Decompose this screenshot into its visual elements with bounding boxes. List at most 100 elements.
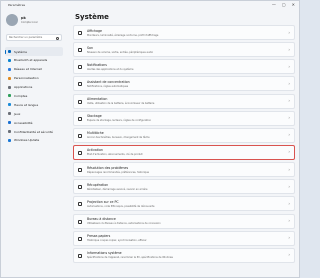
chevron-right-icon: › xyxy=(288,252,290,258)
sidebar-item-icon xyxy=(8,121,11,125)
setting-icon xyxy=(78,202,82,207)
settings-row[interactable]: Assistant de concentration Notifications,… xyxy=(73,76,295,92)
setting-icon xyxy=(78,185,82,190)
sidebar-item-icon xyxy=(8,67,11,71)
sidebar-item-10[interactable]: Windows Update xyxy=(5,136,63,145)
user-account-type: Compte local xyxy=(21,21,38,24)
sidebar-item-label: Bluetooth et appareils xyxy=(14,58,48,63)
setting-description: Niveaux de volume, sortie, entrée, périp… xyxy=(87,50,154,54)
settings-row[interactable]: Projection sur ce PC Autorisations, code … xyxy=(73,196,295,212)
sidebar-item-8[interactable]: Accessibilité xyxy=(5,118,63,127)
setting-icon xyxy=(78,219,82,224)
close-button[interactable]: ✕ xyxy=(292,2,295,8)
chevron-right-icon: › xyxy=(288,183,290,189)
main-content: Système Affichage Moniteurs, luminosité, … xyxy=(73,11,297,277)
setting-icon xyxy=(78,150,82,155)
setting-description: Alertes des applications et du système xyxy=(87,67,134,71)
sidebar-item-0[interactable]: Système xyxy=(5,47,63,56)
sidebar-item-6[interactable]: Heure et langue xyxy=(5,100,63,109)
sidebar-item-label: Comptes xyxy=(14,93,28,98)
setting-title: Assistant de concentration xyxy=(87,79,130,84)
settings-row[interactable]: Bureau à distance Utilisateurs du Bureau … xyxy=(73,213,295,229)
sidebar-item-label: Accessibilité xyxy=(14,120,33,125)
setting-icon xyxy=(78,253,82,258)
chevron-right-icon: › xyxy=(288,166,290,172)
minimize-button[interactable]: — xyxy=(272,2,276,8)
avatar xyxy=(6,14,18,26)
settings-row[interactable]: Activation État d'activation, abonnements… xyxy=(73,144,295,160)
settings-list: Affichage Moniteurs, luminosité, éclairag… xyxy=(73,25,295,265)
sidebar-item-icon xyxy=(8,50,11,53)
settings-row[interactable]: Alimentation Veille, utilisation de la ba… xyxy=(73,93,295,109)
sidebar-item-5[interactable]: Comptes xyxy=(5,91,63,100)
search-placeholder: Rechercher un paramètre xyxy=(9,36,43,40)
setting-description: Historique couper-copier, synchronisatio… xyxy=(87,239,147,243)
settings-row[interactable]: Presse-papiers Historique couper-copier, … xyxy=(73,230,295,246)
setting-icon xyxy=(78,236,82,241)
settings-row[interactable]: Informations système Spécifications de l'… xyxy=(73,247,295,263)
settings-row[interactable]: Stockage Espace de stockage, lecteurs, rè… xyxy=(73,110,295,126)
sidebar-item-label: Personnalisation xyxy=(14,76,39,81)
setting-title: Résolution des problèmes xyxy=(87,165,129,170)
setting-title: Son xyxy=(87,45,93,50)
sidebar-nav: Système Bluetooth et appareils Réseau et I… xyxy=(5,47,63,145)
setting-icon xyxy=(78,99,82,104)
setting-icon xyxy=(78,31,82,35)
maximize-button[interactable]: ▢ xyxy=(282,2,286,8)
window-controls: — ▢ ✕ xyxy=(272,2,295,8)
sidebar-item-icon xyxy=(8,76,11,80)
settings-row[interactable]: Son Niveaux de volume, sortie, entrée, pé… xyxy=(73,42,295,58)
settings-row[interactable]: Notifications Alertes des applications et… xyxy=(73,59,295,75)
setting-title: Informations système xyxy=(87,251,122,256)
sidebar-item-9[interactable]: Confidentialité et sécurité xyxy=(5,127,63,136)
settings-row[interactable]: Multitâche Ancrer des fenêtres, bureaux, … xyxy=(73,127,295,143)
search-input[interactable]: Rechercher un paramètre xyxy=(6,34,62,41)
sidebar-item-label: Réseau et Internet xyxy=(14,67,42,72)
sidebar-item-label: Système xyxy=(14,49,28,54)
setting-title: Notifications xyxy=(87,62,107,67)
setting-icon xyxy=(78,82,82,87)
sidebar-item-4[interactable]: Applications xyxy=(5,83,63,92)
setting-description: Ancrer des fenêtres, bureaux, changement… xyxy=(87,136,150,140)
sidebar-item-icon xyxy=(8,112,11,116)
setting-description: Veille, utilisation de la batterie, écon… xyxy=(87,102,155,106)
sidebar-item-7[interactable]: Jeux xyxy=(5,109,63,118)
setting-title: Récupération xyxy=(87,182,109,187)
setting-description: Spécifications de l'appareil, renommer l… xyxy=(87,256,173,260)
user-account[interactable]: pk Compte local xyxy=(6,14,62,28)
setting-description: Dépannages recommandés, préférences, his… xyxy=(87,170,150,174)
title-bar: Paramètres — ▢ ✕ xyxy=(1,1,299,11)
sidebar-item-icon xyxy=(8,103,11,107)
settings-row[interactable]: Résolution des problèmes Dépannages recom… xyxy=(73,162,295,178)
setting-description: Utilisateurs du Bureau à distance, autor… xyxy=(87,222,161,226)
chevron-right-icon: › xyxy=(288,149,290,155)
setting-icon xyxy=(78,133,82,138)
sidebar-item-label: Jeux xyxy=(14,111,21,116)
setting-title: Affichage xyxy=(87,28,102,33)
sidebar-item-icon xyxy=(8,58,11,62)
sidebar-item-label: Windows Update xyxy=(14,138,40,143)
sidebar-item-1[interactable]: Bluetooth et appareils xyxy=(5,56,63,65)
sidebar-item-3[interactable]: Personnalisation xyxy=(5,74,63,83)
search-icon xyxy=(56,36,59,40)
sidebar-item-2[interactable]: Réseau et Internet xyxy=(5,65,63,74)
settings-row[interactable]: Affichage Moniteurs, luminosité, éclairag… xyxy=(73,25,295,40)
app-title: Paramètres xyxy=(8,3,26,7)
setting-icon xyxy=(78,48,82,53)
sidebar-item-icon xyxy=(8,138,11,142)
setting-icon xyxy=(78,65,82,70)
setting-icon xyxy=(78,168,82,173)
setting-title: Presse-papiers xyxy=(87,234,111,239)
sidebar-item-label: Confidentialité et sécurité xyxy=(14,129,53,134)
settings-window: Paramètres — ▢ ✕ pk Compte local Recherc… xyxy=(0,0,300,278)
setting-description: Moniteurs, luminosité, éclairage nocturn… xyxy=(87,33,159,37)
sidebar-item-icon xyxy=(8,94,11,98)
chevron-right-icon: › xyxy=(288,218,290,224)
chevron-right-icon: › xyxy=(288,29,290,35)
chevron-right-icon: › xyxy=(288,46,290,52)
setting-title: Projection sur ce PC xyxy=(87,199,119,204)
sidebar-item-label: Heure et langue xyxy=(14,102,39,107)
sidebar-item-icon xyxy=(8,85,11,89)
settings-row[interactable]: Récupération Réinitialiser, démarrage ava… xyxy=(73,179,295,195)
setting-title: Alimentation xyxy=(87,97,108,102)
